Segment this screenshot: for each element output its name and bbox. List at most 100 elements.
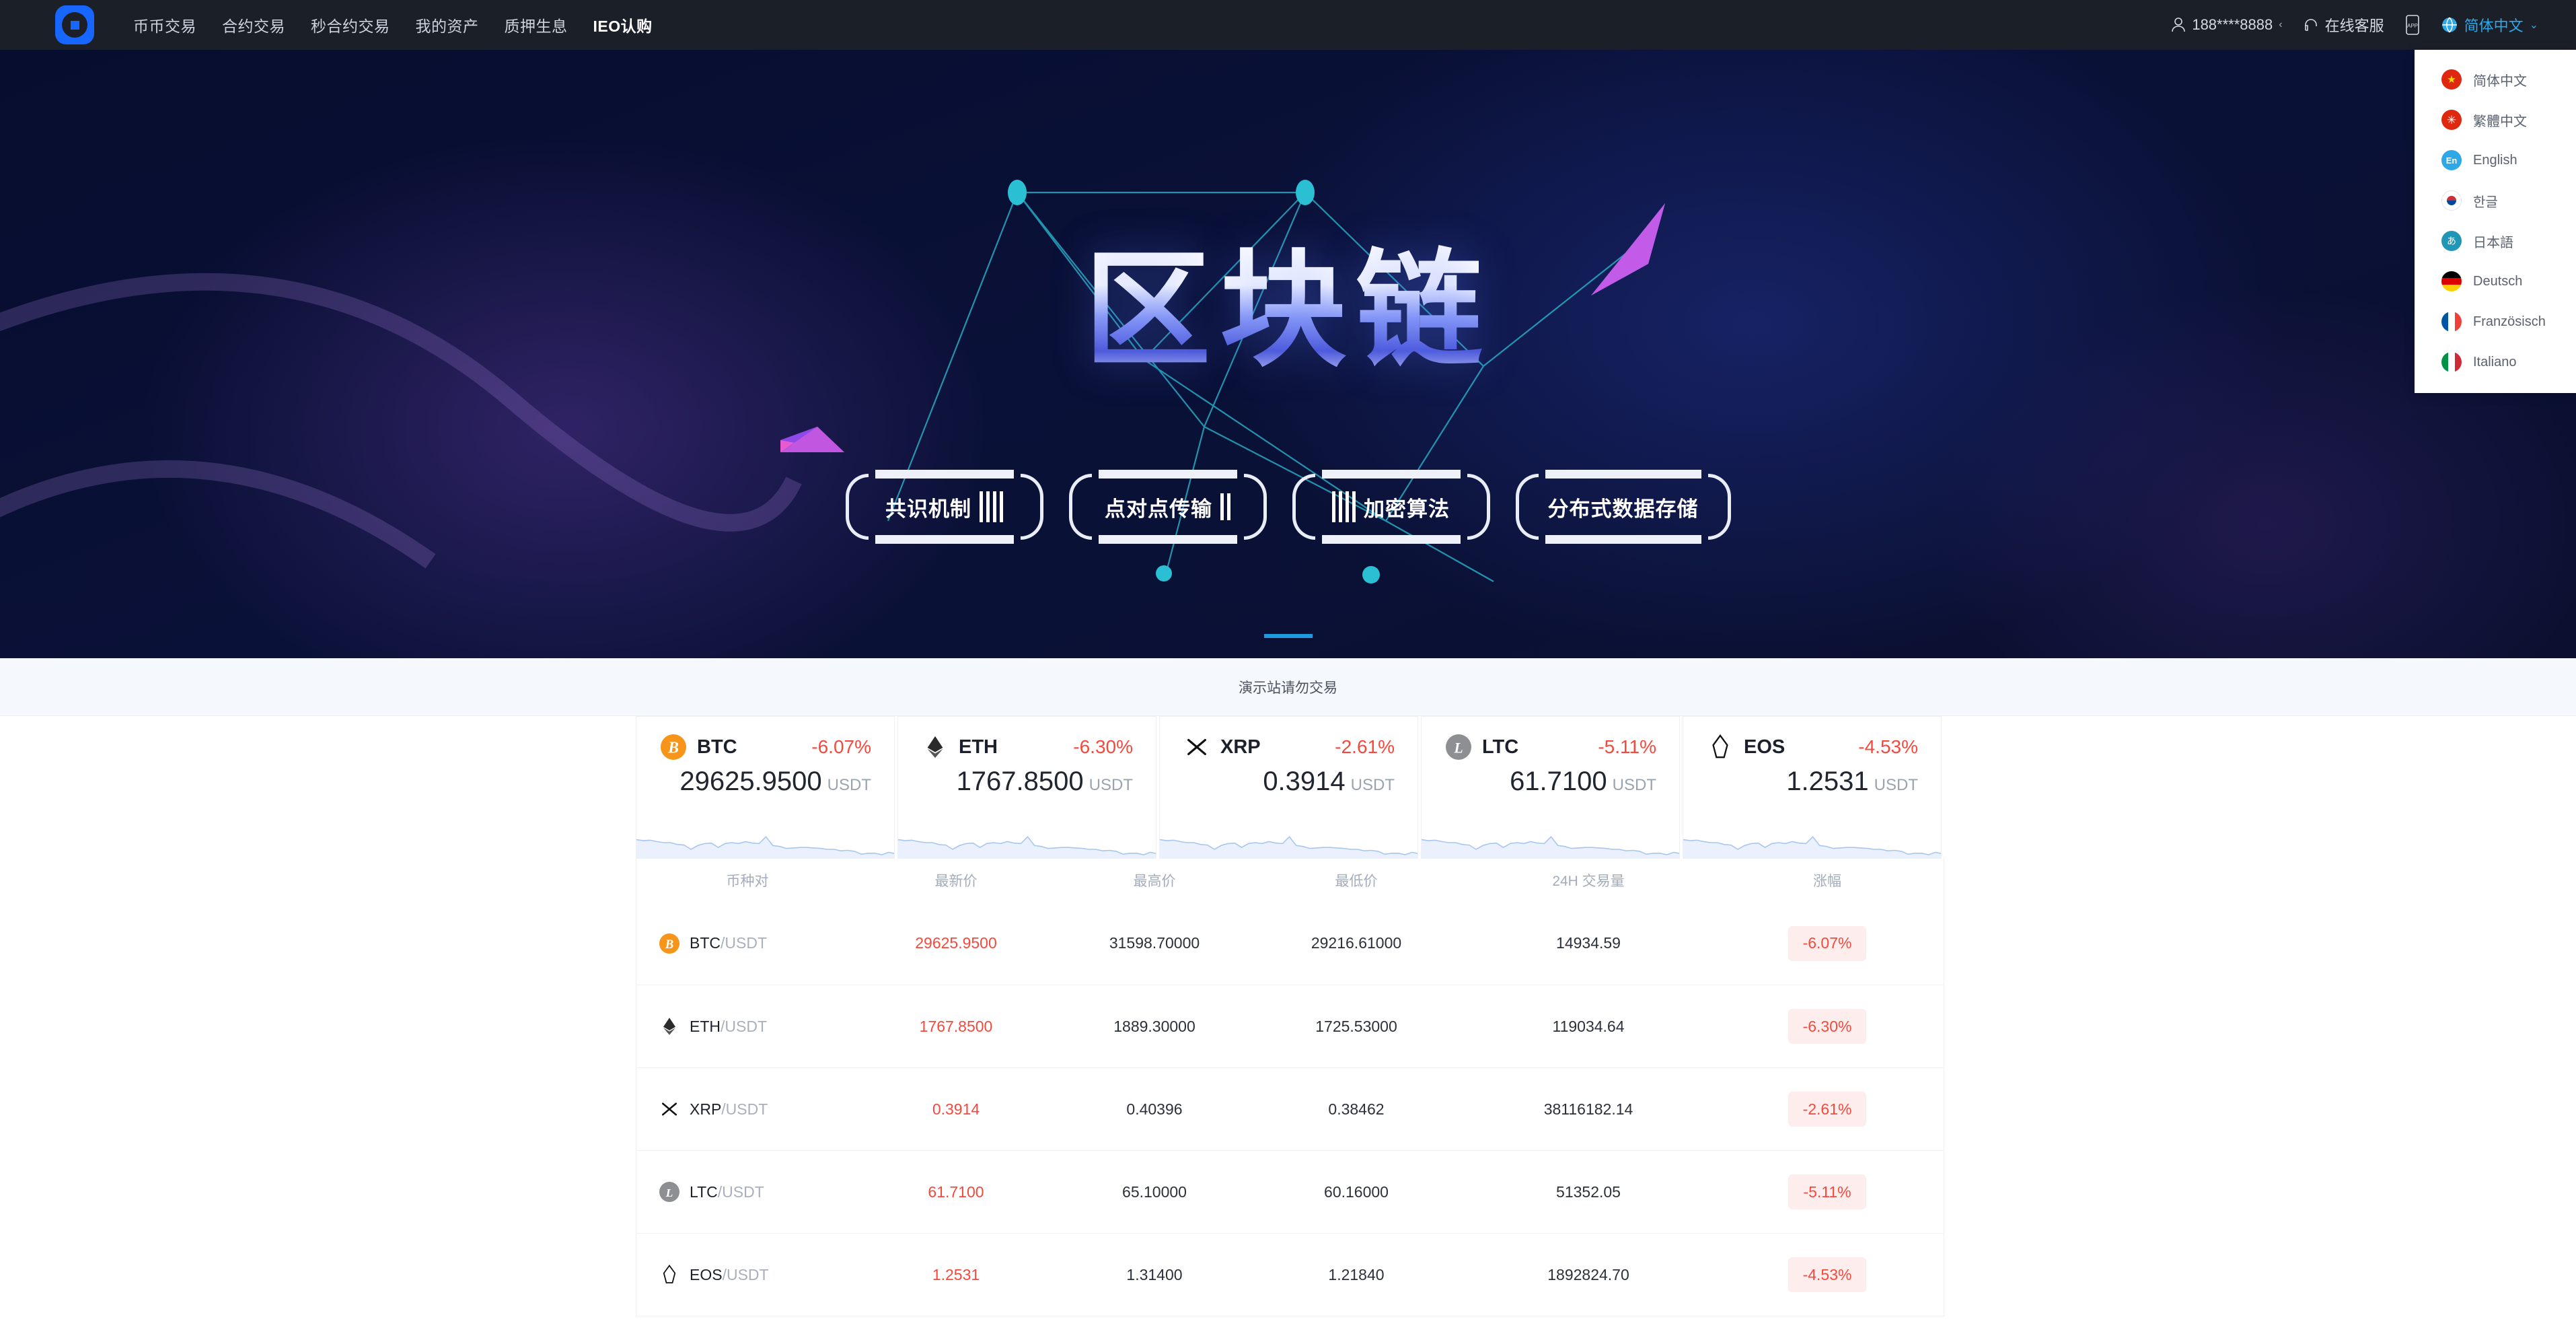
app-download-button[interactable]: APP <box>2404 15 2421 35</box>
ticker-card-list: BTC -6.07% 29625.9500 USDT ETH -6.30% 176… <box>636 716 1944 859</box>
pair-base: BTC <box>690 934 721 952</box>
ethereum-icon <box>659 1016 679 1036</box>
language-option-hk[interactable]: ✳ 繁體中文 <box>2415 100 2576 140</box>
nav-item-4[interactable]: 质押生息 <box>505 13 568 36</box>
flag-fr-icon <box>2441 312 2462 332</box>
ticker-price: 1.2531 <box>1786 767 1869 796</box>
column-header-0: 币种对 <box>726 874 769 889</box>
pair-cell: BTC/USDT <box>636 933 858 954</box>
pair-base: LTC <box>690 1182 718 1201</box>
ticker-price: 1767.8500 <box>956 767 1084 796</box>
flag-hk-icon: ✳ <box>2441 110 2462 130</box>
ticker-card-btc[interactable]: BTC -6.07% 29625.9500 USDT <box>636 716 895 859</box>
ticker-price: 29625.9500 <box>679 767 822 796</box>
pill-bar-top <box>1321 470 1461 479</box>
pill-bracket-right <box>1467 474 1490 540</box>
language-option-jp[interactable]: あ 日本語 <box>2415 221 2576 261</box>
language-option-label: 繁體中文 <box>2473 114 2527 129</box>
sparkline-chart <box>898 836 1156 858</box>
ticker-change: -2.61% <box>1335 736 1395 757</box>
flag-cn-icon: ★ <box>2441 69 2462 90</box>
language-option-label: 한글 <box>2473 194 2498 210</box>
banner-feature-pills: 共识机制 点对点传输 加密算法 分布式数据存储 <box>0 467 2576 546</box>
language-option-de[interactable]: Deutsch <box>2415 261 2576 302</box>
banner-title: 区块链 <box>0 208 2576 391</box>
ticker-change: -6.30% <box>1073 736 1133 757</box>
carousel-indicator[interactable] <box>1263 634 1313 638</box>
pill-bar-top <box>1098 470 1237 479</box>
pill-bars-icon <box>1220 493 1230 520</box>
sparkline-chart <box>1160 836 1418 858</box>
feature-pill-0[interactable]: 共识机制 <box>840 467 1049 546</box>
brand-logo[interactable] <box>55 5 94 44</box>
ticker-change: -5.11% <box>1598 736 1656 757</box>
pair-cell: LTC/USDT <box>636 1182 858 1202</box>
language-option-cn[interactable]: ★ 简体中文 <box>2415 59 2576 100</box>
ticker-card-xrp[interactable]: XRP -2.61% 0.3914 USDT <box>1159 716 1418 859</box>
ticker-price-row: 1767.8500 USDT <box>898 760 1156 797</box>
language-option-label: Deutsch <box>2473 273 2523 289</box>
litecoin-icon <box>1446 734 1471 760</box>
pill-bracket-right <box>1020 474 1043 540</box>
nav-item-0[interactable]: 币币交易 <box>133 13 196 36</box>
cell-last-price: 1767.8500 <box>919 1017 993 1035</box>
ticker-card-eth[interactable]: ETH -6.30% 1767.8500 USDT <box>897 716 1156 859</box>
header-right-group: 188****8888 ‹ 在线客服 APP 简体中文 ⌄ <box>2171 14 2538 36</box>
language-option-fr[interactable]: Französisch <box>2415 302 2576 342</box>
ticker-card-ltc[interactable]: LTC -5.11% 61.7100 USDT <box>1421 716 1680 859</box>
pill-bar-top <box>875 470 1014 479</box>
pill-bar-top <box>1545 470 1701 479</box>
ticker-price: 0.3914 <box>1263 767 1346 796</box>
user-icon <box>2172 17 2186 32</box>
logo-icon <box>55 5 94 44</box>
pair-base: EOS <box>690 1265 723 1283</box>
pill-bar-bottom <box>1545 535 1701 544</box>
pair-base: ETH <box>690 1017 721 1035</box>
cell-low: 29216.61000 <box>1311 934 1402 952</box>
chevron-left-icon: ‹ <box>2279 19 2283 30</box>
pair-quote: /USDT <box>721 1100 768 1118</box>
pill-bar-bottom <box>875 535 1014 544</box>
ticker-change: -6.07% <box>811 736 871 757</box>
language-option-label: Französisch <box>2473 314 2546 329</box>
feature-pill-1[interactable]: 点对点传输 <box>1064 467 1272 546</box>
ticker-unit: USDT <box>1350 776 1395 794</box>
nav-item-5[interactable]: IEO认购 <box>593 13 653 36</box>
table-row[interactable]: LTC/USDT 61.7100 65.10000 60.16000 51352… <box>636 1150 1944 1233</box>
cell-last-price: 0.3914 <box>932 1100 980 1118</box>
account-menu[interactable]: 188****8888 ‹ <box>2171 16 2283 34</box>
language-option-label: English <box>2473 152 2517 168</box>
pill-bracket-left <box>1292 474 1315 540</box>
feature-pill-3[interactable]: 分布式数据存储 <box>1510 467 1736 546</box>
support-label: 在线客服 <box>2324 17 2384 34</box>
feature-pill-label: 共识机制 <box>885 497 971 522</box>
nav-item-3[interactable]: 我的资产 <box>416 13 479 36</box>
table-row[interactable]: EOS/USDT 1.2531 1.31400 1.21840 1892824.… <box>636 1233 1944 1316</box>
pair-base: XRP <box>690 1100 722 1118</box>
cell-low: 0.38462 <box>1328 1100 1385 1118</box>
feature-pill-2[interactable]: 加密算法 <box>1287 467 1496 546</box>
headset-icon <box>2304 19 2317 31</box>
ticker-unit: USDT <box>1089 776 1133 794</box>
table-row[interactable]: XRP/USDT 0.3914 0.40396 0.38462 38116182… <box>636 1067 1944 1150</box>
status-badge: -5.11% <box>1788 1174 1866 1209</box>
ripple-icon <box>659 1099 679 1119</box>
language-option-en[interactable]: En English <box>2415 140 2576 180</box>
language-option-it[interactable]: Italiano <box>2415 342 2576 382</box>
language-option-label: 日本語 <box>2473 235 2513 250</box>
nav-item-2[interactable]: 秒合约交易 <box>311 13 390 36</box>
cell-high: 0.40396 <box>1126 1100 1183 1118</box>
language-option-kr[interactable]: 한글 <box>2415 180 2576 221</box>
language-dropdown[interactable]: ★ 简体中文 ✳ 繁體中文 En English 한글 あ 日本語 Deutsc… <box>2415 50 2576 393</box>
sparkline-chart <box>1683 836 1941 858</box>
cell-high: 1889.30000 <box>1113 1017 1195 1035</box>
online-support-button[interactable]: 在线客服 <box>2303 14 2384 36</box>
language-selector[interactable]: 简体中文 ⌄ <box>2441 14 2538 36</box>
table-row[interactable]: ETH/USDT 1767.8500 1889.30000 1725.53000… <box>636 985 1944 1067</box>
table-row[interactable]: BTC/USDT 29625.9500 31598.70000 29216.61… <box>636 902 1944 985</box>
cell-last-price: 61.7100 <box>928 1182 984 1201</box>
account-phone: 188****8888 <box>2192 16 2273 33</box>
ticker-card-eos[interactable]: EOS -4.53% 1.2531 USDT <box>1683 716 1942 859</box>
pill-bars-icon <box>1332 491 1356 522</box>
nav-item-1[interactable]: 合约交易 <box>222 13 285 36</box>
